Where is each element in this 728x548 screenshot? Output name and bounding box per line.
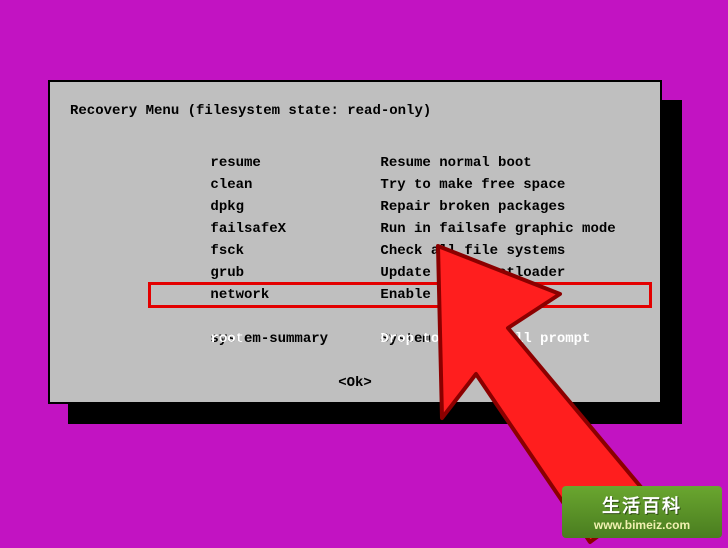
menu-item-option: grub — [210, 262, 380, 284]
menu-item-root[interactable]: rootDrop to root shell prompt — [152, 284, 648, 306]
menu-item-desc: Check all file systems — [380, 243, 565, 259]
menu-item-desc: Update grub bootloader — [380, 265, 565, 281]
menu-item-system-summary[interactable]: system-summarySystem summary — [160, 306, 640, 328]
menu-item-option: failsafeX — [210, 218, 380, 240]
watermark-title: 生活百科 — [602, 492, 682, 518]
menu-item-option: resume — [210, 152, 380, 174]
menu-item-desc: Resume normal boot — [380, 155, 531, 171]
ok-button[interactable]: <Ok> — [338, 375, 372, 391]
menu-item-desc: Try to make free space — [380, 177, 565, 193]
menu-item-desc: Run in failsafe graphic mode — [380, 221, 615, 237]
recovery-menu-dialog: Recovery Menu (filesystem state: read-on… — [48, 80, 662, 404]
selection-highlight-icon — [148, 282, 652, 308]
menu-item-option: fsck — [210, 240, 380, 262]
menu-item-option: dpkg — [210, 196, 380, 218]
menu-list: resumeResume normal boot cleanTry to mak… — [160, 130, 640, 328]
dialog-title: Recovery Menu (filesystem state: read-on… — [70, 100, 640, 122]
menu-item-option: clean — [210, 174, 380, 196]
menu-item-desc: Drop to root shell prompt — [380, 331, 590, 347]
menu-item-resume[interactable]: resumeResume normal boot — [160, 130, 640, 152]
watermark: 生活百科 www.bimeiz.com — [562, 486, 722, 538]
menu-item-desc: Repair broken packages — [380, 199, 565, 215]
menu-item-option: root — [210, 328, 380, 350]
ok-button-row: <Ok> — [70, 372, 640, 394]
watermark-url: www.bimeiz.com — [594, 518, 690, 532]
